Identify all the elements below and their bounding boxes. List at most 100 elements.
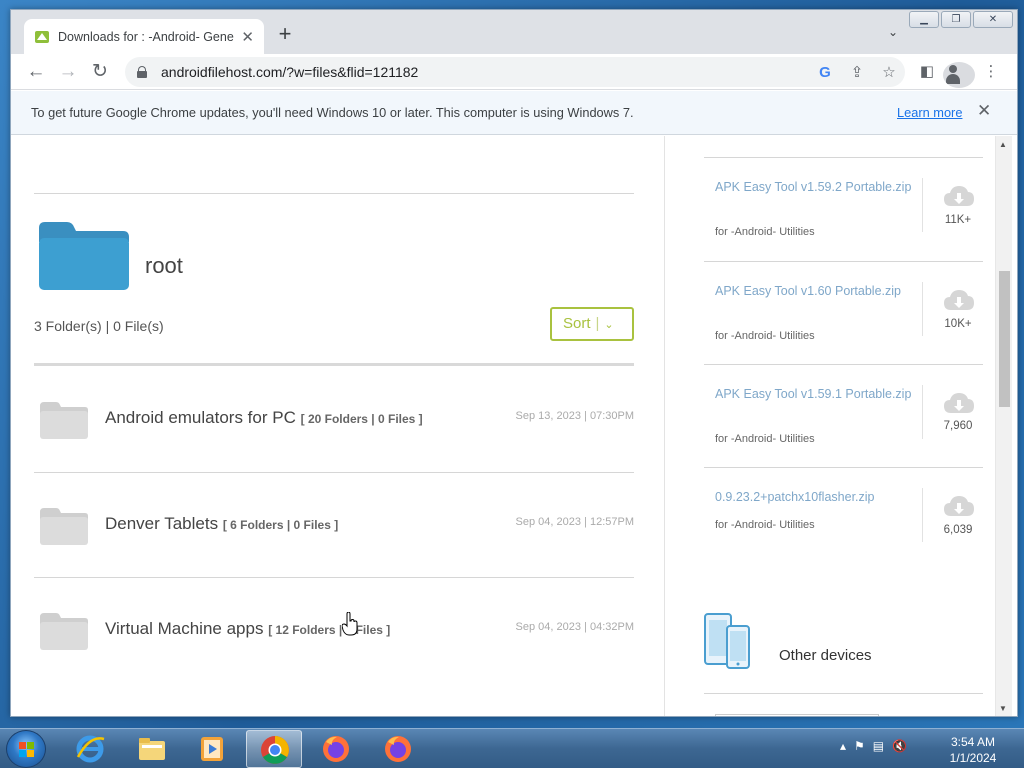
reload-icon[interactable]: ↻ xyxy=(87,59,113,85)
firefox-icon[interactable] xyxy=(308,730,364,768)
hand-cursor-icon xyxy=(342,612,358,636)
tab-title: Downloads for : -Android- Gene xyxy=(58,29,234,44)
divider xyxy=(704,364,983,365)
sort-label: Sort xyxy=(563,315,591,332)
page-content: root 3 Folder(s) | 0 File(s) Sort | ⌄ Andr… xyxy=(11,136,1017,716)
folder-icon xyxy=(40,402,88,439)
folder-date: Sep 04, 2023 | 12:57PM xyxy=(515,516,634,528)
scroll-up-arrow[interactable]: ▲ xyxy=(999,140,1007,149)
download-name[interactable]: APK Easy Tool v1.59.2 Portable.zip xyxy=(715,178,915,196)
close-icon[interactable]: ✕ xyxy=(977,101,991,121)
action-center-icon[interactable]: ⚑ xyxy=(854,739,865,753)
google-icon[interactable]: G xyxy=(809,64,841,81)
window-close-button[interactable]: ✕ xyxy=(973,11,1013,28)
download-count: 6,039 xyxy=(943,524,973,536)
list-item[interactable]: Android emulators for PC [ 20 Folders | … xyxy=(34,400,634,504)
list-item[interactable]: Denver Tablets [ 6 Folders | 0 Files ] S… xyxy=(34,506,634,610)
divider xyxy=(704,157,983,158)
favicon-icon xyxy=(34,29,50,45)
clock[interactable]: 3:54 AM 1/1/2024 xyxy=(935,734,1011,766)
folder-name[interactable]: Denver Tablets xyxy=(105,514,218,533)
plus-icon[interactable]: + xyxy=(273,23,297,47)
sort-button[interactable]: Sort | ⌄ xyxy=(550,307,634,341)
ie-icon[interactable] xyxy=(62,730,118,768)
download-count: 11K+ xyxy=(944,214,972,226)
back-icon[interactable]: ← xyxy=(23,59,49,85)
divider xyxy=(704,467,983,468)
browser-tab[interactable]: Downloads for : -Android- Gene ✕ xyxy=(24,19,264,54)
folder-meta: [ 6 Folders | 0 Files ] xyxy=(222,518,339,532)
folder-meta: [ 20 Folders | 0 Files ] xyxy=(300,412,423,426)
other-devices-heading[interactable]: Other devices xyxy=(779,647,872,664)
divider xyxy=(704,693,983,694)
download-item[interactable]: APK Easy Tool v1.60 Portable.zip for -An… xyxy=(704,282,983,386)
folder-file-count: 3 Folder(s) | 0 File(s) xyxy=(34,318,164,334)
forward-icon[interactable]: → xyxy=(55,59,81,85)
download-category: for -Android- Utilities xyxy=(715,226,815,238)
devices-icon xyxy=(704,613,750,669)
folder-meta: [ 12 Folders | 0 Files ] xyxy=(268,623,391,637)
minimize-button[interactable]: ▁ xyxy=(909,11,939,28)
download-category: for -Android- Utilities xyxy=(715,330,815,342)
folder-name[interactable]: Android emulators for PC xyxy=(105,408,296,427)
divider xyxy=(34,193,634,194)
download-count: 7,960 xyxy=(943,420,973,432)
divider xyxy=(922,385,923,439)
divider xyxy=(922,282,923,336)
menu-icon[interactable]: ⋮ xyxy=(975,59,1007,85)
download-item[interactable]: APK Easy Tool v1.59.1 Portable.zip for -… xyxy=(704,385,983,489)
dropdown-box[interactable] xyxy=(715,714,879,716)
update-infobar: To get future Google Chrome updates, you… xyxy=(11,91,1017,135)
folder-icon xyxy=(39,222,129,290)
page-scrollbar[interactable]: ▲ ▼ xyxy=(995,136,1012,716)
scroll-down-arrow[interactable]: ▼ xyxy=(999,704,1007,713)
network-icon[interactable]: ▤ xyxy=(873,739,884,753)
cloud-download-icon[interactable] xyxy=(943,288,975,314)
divider xyxy=(922,178,923,232)
folder-date: Sep 04, 2023 | 04:32PM xyxy=(515,621,634,633)
lock-icon[interactable] xyxy=(137,66,147,78)
maximize-button[interactable]: ❐ xyxy=(941,11,971,28)
download-category: for -Android- Utilities xyxy=(715,433,815,445)
download-item[interactable]: APK Easy Tool v1.59.2 Portable.zip for -… xyxy=(704,178,983,282)
system-tray: ▴ ⚑ ▤ 🔇 xyxy=(840,739,907,753)
clock-date: 1/1/2024 xyxy=(949,751,997,765)
download-name[interactable]: APK Easy Tool v1.59.1 Portable.zip xyxy=(715,385,915,403)
chrome-window: Downloads for : -Android- Gene ✕ + ⌄ ▁ ❐… xyxy=(10,9,1018,717)
divider xyxy=(34,577,634,578)
close-icon[interactable]: ✕ xyxy=(241,28,254,46)
cloud-download-icon[interactable] xyxy=(943,184,975,210)
title-bar: Downloads for : -Android- Gene ✕ + ⌄ ▁ ❐… xyxy=(11,10,1017,54)
star-icon[interactable]: ☆ xyxy=(873,63,905,81)
media-player-icon[interactable] xyxy=(184,730,240,768)
download-name[interactable]: APK Easy Tool v1.60 Portable.zip xyxy=(715,282,915,300)
divider xyxy=(34,363,634,366)
volume-icon[interactable]: 🔇 xyxy=(892,739,907,753)
window-controls: ▁ ❐ ✕ xyxy=(907,11,1013,28)
explorer-icon[interactable] xyxy=(124,730,180,768)
share-icon[interactable]: ⇪ xyxy=(841,63,873,81)
windows-start-icon[interactable] xyxy=(6,730,46,768)
chevron-down-icon: ⌄ xyxy=(604,319,614,331)
download-category: for -Android- Utilities xyxy=(715,519,815,531)
folder-date: Sep 13, 2023 | 07:30PM xyxy=(515,410,634,422)
firefox-icon[interactable] xyxy=(370,730,426,768)
page-title: root xyxy=(145,253,183,278)
folder-name[interactable]: Virtual Machine apps xyxy=(105,619,263,638)
cloud-download-icon[interactable] xyxy=(943,391,975,417)
chevron-down-icon[interactable]: ⌄ xyxy=(884,25,902,43)
profile-icon[interactable] xyxy=(943,59,975,88)
cloud-download-icon[interactable] xyxy=(943,494,975,520)
download-count: 10K+ xyxy=(944,318,972,330)
download-item[interactable]: 0.9.23.2+patchx10flasher.zip for -Androi… xyxy=(704,488,983,592)
address-bar[interactable]: androidfilehost.com/?w=files&flid=121182… xyxy=(125,57,905,87)
scroll-thumb[interactable] xyxy=(999,271,1010,407)
download-name[interactable]: 0.9.23.2+patchx10flasher.zip xyxy=(715,488,915,506)
folder-icon xyxy=(40,613,88,650)
chrome-icon[interactable] xyxy=(246,730,302,768)
side-panel-icon[interactable]: ◧ xyxy=(911,59,943,85)
list-item[interactable]: Virtual Machine apps [ 12 Folders | 0 Fi… xyxy=(34,611,634,715)
learn-more-link[interactable]: Learn more xyxy=(897,105,962,120)
chevron-up-icon[interactable]: ▴ xyxy=(840,739,846,753)
clock-time: 3:54 AM xyxy=(950,735,996,749)
